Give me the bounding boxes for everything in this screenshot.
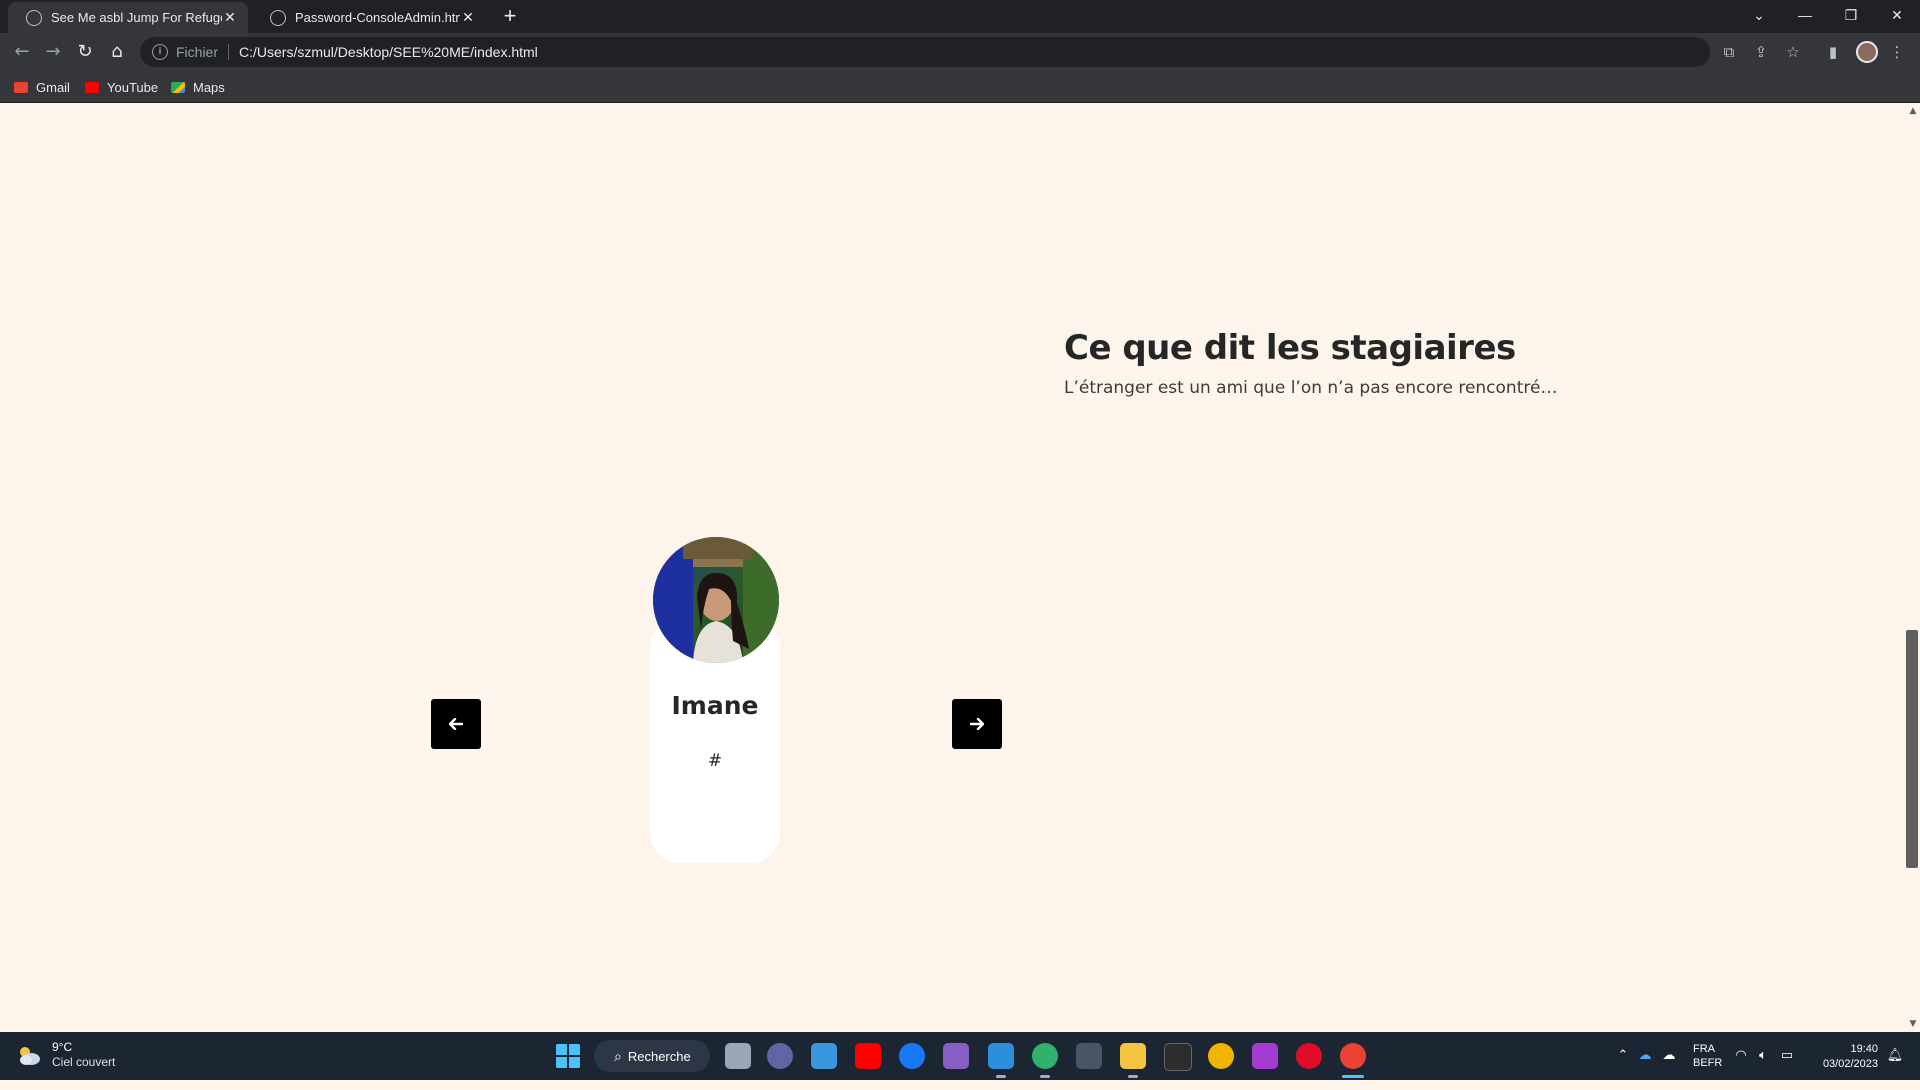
globe-icon	[26, 9, 42, 26]
testimonial-role: #	[707, 751, 723, 771]
running-indicator	[1040, 1075, 1050, 1078]
tab-search-icon[interactable]: ⌄	[1736, 0, 1782, 30]
carousel-next-button[interactable]	[952, 699, 1002, 749]
vpn-shield-icon[interactable]	[1208, 1043, 1234, 1069]
testimonial-avatar	[653, 537, 779, 663]
close-tab-icon[interactable]: ✕	[460, 9, 476, 26]
clock[interactable]: 19:40 03/02/2023	[1806, 1042, 1878, 1090]
app-icon[interactable]	[1252, 1043, 1278, 1069]
bookmark-label: YouTube	[107, 79, 159, 95]
chevron-up-icon[interactable]: ⌃	[1614, 1047, 1632, 1065]
testimonial-name: Imane	[671, 691, 759, 720]
facebook-icon[interactable]	[899, 1043, 925, 1069]
divider	[228, 44, 230, 60]
info-icon[interactable]: i	[152, 44, 168, 60]
clock-date: 03/02/2023	[1822, 1058, 1878, 1070]
weather-temp: 9°C	[52, 1040, 73, 1054]
wifi-icon[interactable]: ◠	[1732, 1047, 1750, 1065]
scheme-label: Fichier	[176, 44, 219, 60]
home-button[interactable]: ⌂	[103, 39, 131, 65]
scroll-up-icon[interactable]: ▲	[1906, 104, 1920, 118]
forward-button[interactable]: →	[39, 39, 67, 65]
clock-time: 19:40	[1850, 1043, 1878, 1055]
new-tab-button[interactable]: +	[498, 5, 522, 29]
windows-start-icon[interactable]	[555, 1043, 581, 1069]
unity-icon[interactable]	[1076, 1043, 1102, 1069]
section-title: Ce que dit les stagiaires	[1064, 328, 1516, 368]
store-icon[interactable]	[811, 1043, 837, 1069]
minimize-button[interactable]: —	[1782, 0, 1828, 30]
bookmark-label: Maps	[193, 79, 225, 95]
tab-title: Password-ConsoleAdmin.html	[295, 10, 460, 25]
language-code: FRA	[1693, 1043, 1715, 1055]
restore-button[interactable]: ❐	[1828, 0, 1874, 30]
windows-taskbar: 9°C Ciel couvert ⌕ Recherche ⌃ ☁ ☁ FRA B…	[0, 1032, 1920, 1080]
page-viewport: Ce que dit les stagiaires L’étranger est…	[0, 103, 1906, 1032]
vscode-icon[interactable]	[988, 1043, 1014, 1069]
taskbar-search[interactable]: ⌕ Recherche	[594, 1040, 710, 1072]
close-tab-icon[interactable]: ✕	[222, 9, 238, 26]
keyboard-layout: BEFR	[1693, 1057, 1723, 1069]
onedrive-icon[interactable]: ☁	[1636, 1047, 1654, 1065]
browser-tab-strip: See Me asbl Jump For Refugees ✕ Password…	[0, 0, 1920, 33]
tab-title: See Me asbl Jump For Refugees	[51, 10, 222, 25]
reload-button[interactable]: ↻	[71, 39, 99, 65]
file-explorer-icon[interactable]	[1120, 1043, 1146, 1069]
task-view-icon[interactable]	[725, 1043, 751, 1069]
tab-see-me[interactable]: See Me asbl Jump For Refugees ✕	[8, 2, 248, 33]
arrow-left-icon	[449, 718, 463, 730]
globe-icon	[270, 9, 286, 26]
cloud-sun-icon	[20, 1047, 40, 1065]
weather-condition: Ciel couvert	[52, 1055, 116, 1069]
carousel-prev-button[interactable]	[431, 699, 481, 749]
translate-icon[interactable]: ⧉	[1718, 41, 1740, 63]
bookmark-youtube[interactable]: YouTube	[85, 78, 158, 96]
terminal-icon[interactable]	[1164, 1043, 1192, 1071]
scrollbar-thumb[interactable]	[1906, 630, 1918, 868]
side-panel-icon[interactable]: ▮	[1822, 41, 1844, 63]
bookmark-star-icon[interactable]: ☆	[1782, 41, 1804, 63]
section-subtitle: L’étranger est un ami que l’on n’a pas e…	[1064, 378, 1558, 398]
back-button[interactable]: ←	[8, 39, 36, 65]
gmail-icon	[14, 81, 28, 93]
tab-password-console[interactable]: Password-ConsoleAdmin.html ✕	[252, 2, 486, 33]
cloud-icon[interactable]: ☁	[1660, 1047, 1678, 1065]
weather-widget[interactable]: 9°C Ciel couvert	[16, 1040, 115, 1070]
bookmark-maps[interactable]: Maps	[171, 78, 225, 96]
youtube-app-icon[interactable]	[855, 1043, 881, 1069]
bookmark-label: Gmail	[36, 79, 70, 95]
browser-toolbar: ← → ↻ ⌂ i Fichier C:/Users/szmul/Desktop…	[0, 33, 1920, 71]
search-icon: ⌕	[614, 1047, 622, 1064]
page-scrollbar[interactable]	[1906, 103, 1920, 1032]
language-indicator[interactable]: FRA BEFR	[1693, 1042, 1723, 1090]
volume-icon[interactable]: 🔈︎	[1754, 1047, 1772, 1065]
notification-icon[interactable]: 🔔︎	[1886, 1047, 1904, 1065]
scroll-down-icon[interactable]: ▼	[1906, 1017, 1920, 1031]
chrome-icon[interactable]	[1340, 1043, 1366, 1069]
opera-icon[interactable]	[1296, 1043, 1322, 1069]
edge-icon[interactable]	[1032, 1043, 1058, 1069]
battery-icon[interactable]: ▭	[1778, 1047, 1796, 1065]
share-icon[interactable]: ⇪	[1750, 41, 1772, 63]
youtube-icon	[85, 81, 99, 93]
address-bar[interactable]: i Fichier C:/Users/szmul/Desktop/SEE%20M…	[140, 37, 1710, 67]
active-indicator	[1342, 1075, 1364, 1078]
close-window-button[interactable]: ✕	[1874, 0, 1920, 30]
bookmarks-bar: Gmail YouTube Maps	[0, 71, 1920, 103]
visual-studio-icon[interactable]	[943, 1043, 969, 1069]
arrow-right-icon	[970, 718, 984, 730]
search-label: Recherche	[627, 1048, 691, 1064]
teams-chat-icon[interactable]	[767, 1043, 793, 1069]
running-indicator	[996, 1075, 1006, 1078]
running-indicator	[1128, 1075, 1138, 1078]
menu-icon[interactable]: ⋮	[1886, 41, 1908, 63]
bookmark-gmail[interactable]: Gmail	[14, 78, 70, 96]
profile-avatar[interactable]	[1856, 41, 1878, 63]
maps-icon	[171, 81, 185, 93]
url-text[interactable]: C:/Users/szmul/Desktop/SEE%20ME/index.ht…	[239, 44, 538, 60]
